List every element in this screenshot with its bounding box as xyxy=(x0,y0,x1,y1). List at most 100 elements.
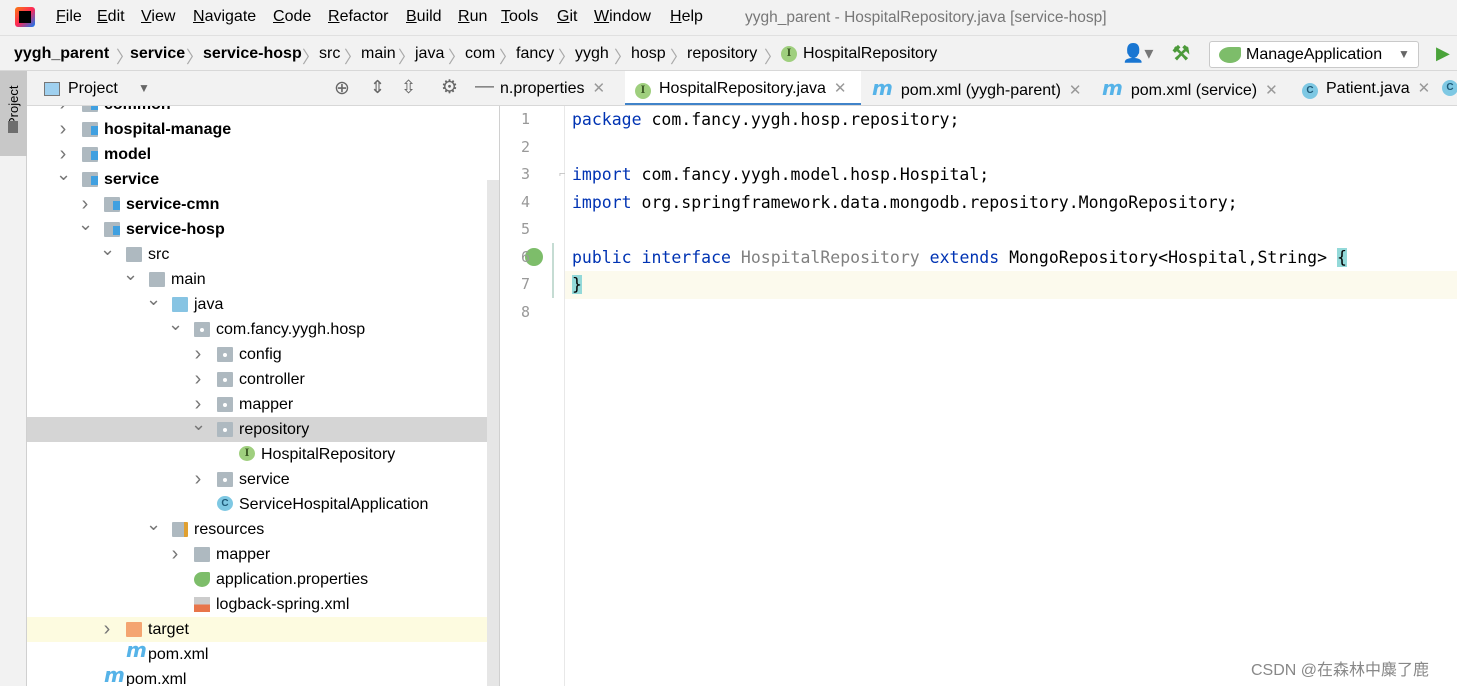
crumb-main[interactable]: main xyxy=(361,45,396,63)
crumb-hosp[interactable]: hosp xyxy=(631,45,666,63)
close-icon[interactable]: ✕ xyxy=(1069,82,1082,99)
chevron-down-icon[interactable]: ⌄ xyxy=(100,237,115,262)
chevron-down-icon[interactable]: ⌄ xyxy=(146,287,161,312)
chevron-down-icon[interactable]: ⌄ xyxy=(78,212,93,237)
interface-icon: I xyxy=(635,83,651,99)
close-icon[interactable]: ✕ xyxy=(593,80,606,97)
crumb-service-hosp[interactable]: service-hosp xyxy=(203,45,302,63)
code-line-7[interactable]: } xyxy=(572,271,582,299)
crumb-java[interactable]: java xyxy=(415,45,444,63)
fold-icon[interactable]: ⌐ xyxy=(559,168,565,180)
tree-item[interactable]: C ServiceHospitalApplication xyxy=(27,492,487,517)
chevron-right-icon[interactable]: › xyxy=(191,467,205,492)
tree-item[interactable]: › config xyxy=(27,342,487,367)
tree-item[interactable]: ⌄ resources xyxy=(27,514,487,542)
tree-item[interactable]: › service xyxy=(27,467,487,492)
collapse-all-icon[interactable]: ⇳ xyxy=(401,77,416,98)
crumb-hospital-repository[interactable]: HospitalRepository xyxy=(803,45,937,63)
menu-view[interactable]: View xyxy=(141,8,175,26)
crumb-com[interactable]: com xyxy=(465,45,495,63)
menu-run[interactable]: Run xyxy=(458,8,487,26)
project-tree-scrollbar[interactable] xyxy=(487,180,499,686)
menu-build[interactable]: Build xyxy=(406,8,442,26)
tree-item[interactable]: logback-spring.xml xyxy=(27,592,487,617)
menu-code[interactable]: Code xyxy=(273,8,311,26)
build-hammer-icon[interactable]: ⚒ xyxy=(1172,41,1190,66)
tree-item[interactable]: ⌄ src xyxy=(27,239,487,267)
menu-tools[interactable]: Tools xyxy=(501,8,538,26)
expand-all-icon[interactable]: ⇕ xyxy=(370,77,385,98)
tree-item[interactable]: ⌄ main xyxy=(27,264,487,292)
tree-item-label: mapper xyxy=(216,546,271,563)
tree-item[interactable]: ⌄ com.fancy.yygh.hosp xyxy=(27,314,487,342)
tree-item[interactable]: ⌄ service-hosp xyxy=(27,214,487,242)
chevron-right-icon[interactable]: › xyxy=(191,367,205,392)
tree-item[interactable]: m pom.xml xyxy=(27,663,487,686)
tree-item[interactable]: › hospital-manage xyxy=(27,117,487,142)
tree-item[interactable]: ⌄ java xyxy=(27,289,487,317)
maven-icon: m xyxy=(1102,76,1123,100)
tree-item[interactable]: ⌄ service xyxy=(27,164,487,192)
crumb-src[interactable]: src xyxy=(319,45,340,63)
tree-item[interactable]: › service-cmn xyxy=(27,192,487,217)
crumb-repository[interactable]: repository xyxy=(687,45,757,63)
chevron-down-icon[interactable]: ⌄ xyxy=(146,512,161,537)
crumb-yygh-parent[interactable]: yygh_parent xyxy=(14,45,109,63)
editor-tab[interactable]: n.properties ✕ xyxy=(500,71,615,105)
menu-refactor[interactable]: Refactor xyxy=(328,8,388,26)
tree-item[interactable]: I HospitalRepository xyxy=(27,442,487,467)
tree-item[interactable]: › common xyxy=(27,106,487,117)
tree-item[interactable]: m pom.xml xyxy=(27,638,487,667)
resources-folder-icon xyxy=(172,522,188,537)
tree-item-label: common xyxy=(104,106,171,117)
close-icon[interactable]: ✕ xyxy=(1418,80,1431,97)
code-line-3[interactable]: import com.fancy.yygh.model.hosp.Hospita… xyxy=(572,161,989,189)
chevron-down-icon[interactable]: ⌄ xyxy=(168,312,183,337)
chevron-down-icon[interactable]: ⌄ xyxy=(191,412,206,437)
project-panel-title[interactable]: Project xyxy=(68,80,118,98)
chevron-down-icon[interactable]: ⌄ xyxy=(56,162,71,187)
close-icon[interactable]: ✕ xyxy=(834,80,847,97)
gear-icon[interactable]: ⚙ xyxy=(441,76,458,99)
editor-tab[interactable]: C Patient.java ✕ xyxy=(1292,71,1442,105)
project-tool-tab[interactable]: Project xyxy=(0,71,27,156)
editor-tab[interactable]: m pom.xml (yygh-parent) ✕ xyxy=(862,71,1092,105)
chevron-right-icon[interactable]: › xyxy=(56,117,70,142)
locate-icon[interactable]: ⊕ xyxy=(334,77,350,100)
chevron-down-icon[interactable]: ⌄ xyxy=(123,262,138,287)
close-icon[interactable]: ✕ xyxy=(1265,82,1278,99)
menu-help[interactable]: Help xyxy=(670,8,703,26)
chevron-right-icon[interactable]: › xyxy=(56,106,70,117)
tree-item[interactable]: application.properties xyxy=(27,567,487,592)
class-icon[interactable]: C xyxy=(1442,80,1457,96)
code-line-4[interactable]: import org.springframework.data.mongodb.… xyxy=(572,189,1238,217)
menu-git[interactable]: Git xyxy=(557,8,577,26)
crumb-service[interactable]: service xyxy=(130,45,185,63)
editor-tab[interactable]: m pom.xml (service) ✕ xyxy=(1092,71,1292,105)
editor-tab[interactable]: I HospitalRepository.java ✕ xyxy=(625,71,861,105)
menu-navigate[interactable]: Navigate xyxy=(193,8,256,26)
package-icon xyxy=(217,347,233,362)
chevron-right-icon[interactable]: › xyxy=(191,342,205,367)
tree-item[interactable]: › mapper xyxy=(27,542,487,567)
menu-file[interactable]: File xyxy=(56,8,82,26)
code-line-6[interactable]: public interface HospitalRepository exte… xyxy=(572,244,1347,272)
tree-item[interactable]: › model xyxy=(27,142,487,167)
run-icon[interactable]: ▶ xyxy=(1436,43,1450,64)
crumb-yygh[interactable]: yygh xyxy=(575,45,609,63)
tree-item[interactable]: ⌄ repository xyxy=(27,414,487,442)
menu-window[interactable]: Window xyxy=(594,8,651,26)
user-icon[interactable]: 👤▾ xyxy=(1122,43,1153,64)
tree-item-label: target xyxy=(148,621,189,638)
run-configuration-select[interactable]: ManageApplication ▼ xyxy=(1209,41,1419,68)
minimize-icon[interactable]: — xyxy=(475,76,494,98)
tree-item[interactable]: › mapper xyxy=(27,392,487,417)
tree-item[interactable]: › target xyxy=(27,617,487,642)
tree-item[interactable]: › controller xyxy=(27,367,487,392)
crumb-fancy[interactable]: fancy xyxy=(516,45,554,63)
chevron-down-icon[interactable]: ▼ xyxy=(138,81,150,95)
code-line-1[interactable]: package com.fancy.yygh.hosp.repository; xyxy=(572,106,959,134)
chevron-right-icon[interactable]: › xyxy=(100,617,114,642)
menu-edit[interactable]: Edit xyxy=(97,8,125,26)
chevron-right-icon[interactable]: › xyxy=(168,542,182,567)
